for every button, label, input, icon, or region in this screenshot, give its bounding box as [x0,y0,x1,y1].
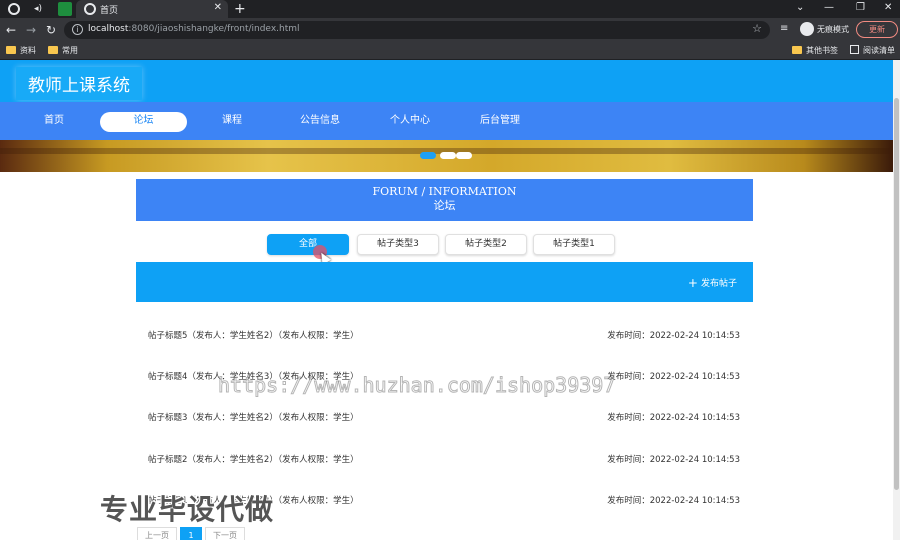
update-button[interactable]: 更新 [856,21,898,38]
nav-home[interactable]: 首页 [30,112,78,132]
watermark-url: https://www.huzhan.com/ishop39397 [217,373,616,398]
url-text: localhost:8080/jiaoshishangke/front/inde… [88,24,300,34]
reading-list-icon [850,45,859,54]
incognito-icon[interactable] [800,22,814,36]
back-icon[interactable]: ← [6,22,16,38]
forum-heading: FORUM / INFORMATION 论坛 [136,179,753,221]
incognito-label: 无痕模式 [817,25,849,34]
nav-admin[interactable]: 后台管理 [470,112,530,132]
globe-icon [84,3,96,15]
page-viewport: 教师上课系统 首页 论坛 课程 公告信息 个人中心 后台管理 FORUM / I… [0,60,900,540]
tab-title: 首页 [100,6,119,16]
forum-title-en: FORUM / INFORMATION [372,185,517,198]
promo-overlay: 专业毕设代做 [100,493,275,526]
tab-home[interactable]: 首页 ✕ [76,0,228,18]
nav-forum[interactable]: 论坛 [100,112,187,132]
filter-type-1[interactable]: 帖子类型1 [533,234,615,255]
folder-icon [6,46,16,54]
post-title[interactable]: 帖子标题5（发布人：学生姓名2）（发布人权限：学生） [148,326,359,346]
nav-personal-center[interactable]: 个人中心 [380,112,440,132]
close-tab-icon[interactable]: ✕ [214,2,222,13]
filter-type-3[interactable]: 帖子类型3 [357,234,439,255]
post-time: 发布时间：2022-02-24 10:14:53 [607,372,740,382]
reload-icon[interactable]: ↻ [46,22,56,38]
scrollbar[interactable] [893,60,900,540]
post-time: 发布时间：2022-02-24 10:14:53 [607,455,740,465]
banner-carousel [0,140,893,172]
new-post-button[interactable]: + 发布帖子 [688,276,737,290]
other-bookmarks[interactable]: 其他书签 [792,45,838,57]
nav-courses[interactable]: 课程 [208,112,256,132]
plus-icon: + [687,276,698,290]
site-info-icon[interactable]: i [72,24,83,35]
carousel-dot-3[interactable] [456,152,472,159]
bookmark-folder-changyong[interactable]: 常用 [48,45,78,57]
post-row[interactable]: 帖子标题3（发布人：学生姓名2）（发布人权限：学生） 发布时间：2022-02-… [148,408,740,428]
url-input[interactable]: i localhost:8080/jiaoshishangke/front/in… [64,21,770,39]
browser-globe-icon[interactable] [8,3,20,15]
bookmark-folder-ziliao[interactable]: 资料 [6,45,36,57]
restore-icon[interactable]: ❐ [856,2,865,13]
post-time: 发布时间：2022-02-24 10:14:53 [607,496,740,506]
filter-type-2[interactable]: 帖子类型2 [445,234,527,255]
pager-page-1[interactable]: 1 [180,527,202,540]
filter-all[interactable]: 全部 [267,234,349,255]
site-title: 教师上课系统 [16,67,142,100]
new-tab-icon[interactable]: + [234,0,246,18]
post-row[interactable]: 帖子标题5（发布人：学生姓名2）（发布人权限：学生） 发布时间：2022-02-… [148,326,740,346]
reading-list-icon[interactable]: ≡ [780,23,788,34]
scrollbar-thumb[interactable] [894,98,899,490]
close-window-icon[interactable]: ✕ [884,2,892,13]
post-time: 发布时间：2022-02-24 10:14:53 [607,331,740,341]
browser-tab-strip: ◂) 首页 ✕ + ⌄ — ❐ ✕ [0,0,900,18]
post-title[interactable]: 帖子标题2（发布人：学生姓名2）（发布人权限：学生） [148,450,359,470]
post-row[interactable]: 帖子标题2（发布人：学生姓名2）（发布人权限：学生） 发布时间：2022-02-… [148,450,740,470]
bookmarks-bar: 资料 常用 其他书签 阅读清单 [0,42,900,60]
speaker-icon[interactable]: ◂) [34,2,48,16]
nav-announcements[interactable]: 公告信息 [290,112,350,132]
folder-icon [792,46,802,54]
spreadsheet-tab-icon[interactable] [58,2,72,16]
post-title[interactable]: 帖子标题3（发布人：学生姓名2）（发布人权限：学生） [148,408,359,428]
carousel-dot-1[interactable] [420,152,436,159]
address-toolbar: ← → ↻ i localhost:8080/jiaoshishangke/fr… [0,18,900,42]
carousel-dot-2[interactable] [440,152,456,159]
post-action-bar: + 发布帖子 [136,262,753,302]
main-nav: 首页 论坛 课程 公告信息 个人中心 后台管理 [0,102,893,140]
pager-prev[interactable]: 上一页 [137,527,177,540]
tab-search-icon[interactable]: ⌄ [796,2,804,13]
bookmark-star-icon[interactable]: ☆ [752,22,762,35]
folder-icon [48,46,58,54]
reading-list[interactable]: 阅读清单 [850,45,895,57]
minimize-icon[interactable]: — [824,2,834,13]
post-time: 发布时间：2022-02-24 10:14:53 [607,413,740,423]
forward-icon[interactable]: → [26,22,36,38]
site-header: 教师上课系统 [0,60,893,102]
pager-next[interactable]: 下一页 [205,527,245,540]
forum-title-cn: 论坛 [433,199,456,212]
